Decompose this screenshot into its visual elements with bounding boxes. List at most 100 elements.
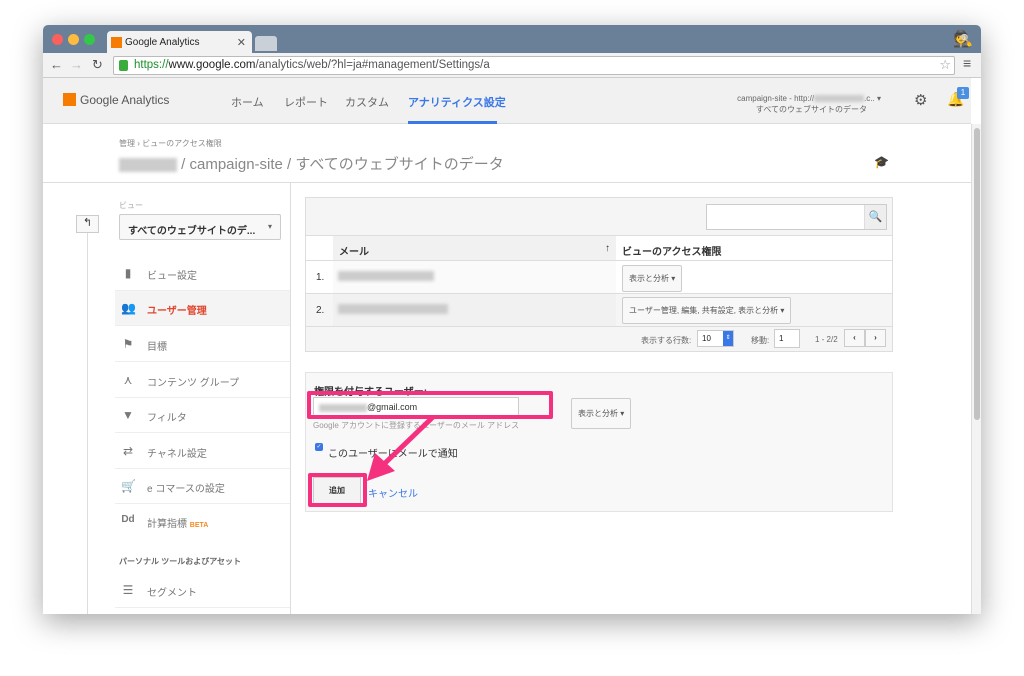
view-selected: すべてのウェブサイトのデ... xyxy=(128,226,256,237)
notification-badge: 1 xyxy=(957,87,969,99)
ga-logo-icon xyxy=(63,93,76,106)
flag-icon: ⚑ xyxy=(122,337,134,351)
ga-logo[interactable]: Google Analytics xyxy=(63,93,169,107)
table-header: メール ↑ ビューのアクセス権限 xyxy=(306,235,892,260)
url-path: /analytics/web/?hl=ja#management/Setting… xyxy=(255,59,490,71)
sidebar-item-label: ユーザー管理 xyxy=(147,306,207,317)
sidebar-item-label: フィルタ xyxy=(147,413,187,424)
tab-title: Google Analytics xyxy=(125,37,200,48)
sidebar-item-goals[interactable]: ⚑ 目標 xyxy=(115,327,290,362)
sidebar-item-label: ビュー設定 xyxy=(147,271,197,282)
incognito-icon: 🕵 xyxy=(953,31,973,48)
nav-home[interactable]: ホーム xyxy=(231,94,264,110)
bookmark-star-icon[interactable]: ☆ xyxy=(939,57,951,73)
account-suffix: .c.. xyxy=(864,94,875,103)
nav-admin[interactable]: アナリティクス設定 xyxy=(408,94,506,110)
page-title: / campaign-site / すべてのウェブサイトのデータ xyxy=(119,153,504,174)
browser-toolbar: ← → ↻ https://www.google.com/analytics/w… xyxy=(43,53,981,78)
email-redacted xyxy=(338,304,448,314)
scrollbar[interactable] xyxy=(971,124,981,614)
column-header-email[interactable]: メール ↑ xyxy=(333,236,616,260)
maximize-window-button[interactable] xyxy=(84,34,95,45)
ga-favicon-icon xyxy=(111,37,122,48)
sidebar-item-calculated-metrics[interactable]: Dd 計算指標 BETA xyxy=(115,504,290,539)
row-number: 1. xyxy=(316,272,325,283)
account-name: campaign-site - http:// xyxy=(737,94,815,103)
gear-icon[interactable]: ⚙ xyxy=(914,91,927,109)
highlight-box-add xyxy=(308,473,367,507)
section-heading: パーソナル ツールおよびアセット xyxy=(119,557,242,566)
sidebar-line xyxy=(87,233,88,614)
new-user-permission-dropdown[interactable]: 表示と分析 ▾ xyxy=(571,398,632,429)
cancel-link[interactable]: キャンセル xyxy=(368,485,418,500)
email-redacted xyxy=(338,271,434,281)
channel-icon: ⇄ xyxy=(122,444,134,458)
rows-label: 表示する行数: xyxy=(641,336,692,345)
rows-value: 10 xyxy=(702,334,711,343)
search-icon[interactable]: 🔍 xyxy=(864,205,886,229)
next-page-button[interactable]: › xyxy=(865,329,886,347)
reload-icon[interactable]: ↻ xyxy=(92,57,103,73)
sidebar-item-ecommerce[interactable]: 🛒 e コマースの設定 xyxy=(115,469,290,504)
table-row: 2. ユーザー管理, 編集, 共有設定, 表示と分析 ▾ xyxy=(306,293,892,326)
sidebar-item-content-grouping[interactable]: ⋏ コンテンツ グループ xyxy=(115,363,290,398)
close-window-button[interactable] xyxy=(52,34,63,45)
sidebar-item-label: コンテンツ グループ xyxy=(147,378,240,389)
back-arrow-button[interactable]: ↰ xyxy=(76,215,99,233)
search-input[interactable]: 🔍 xyxy=(706,204,887,230)
goto-page-input[interactable]: 1 xyxy=(774,329,800,348)
cart-icon: 🛒 xyxy=(121,479,136,493)
document-icon: ▮ xyxy=(124,266,132,280)
users-table: 🔍 メール ↑ ビューのアクセス権限 1. 表示と分析 ▾ 2. ユーザー管理, … xyxy=(305,197,893,352)
view-selector[interactable]: すべてのウェブサイトのデ... ▾ xyxy=(119,214,281,240)
permission-dropdown[interactable]: ユーザー管理, 編集, 共有設定, 表示と分析 ▾ xyxy=(622,297,792,324)
sidebar-item-label: 目標 xyxy=(147,342,167,353)
nav-reports[interactable]: レポート xyxy=(284,94,328,110)
browser-window: Google Analytics ✕ 🕵 ← → ↻ https://www.g… xyxy=(43,25,981,614)
prev-page-button[interactable]: ‹ xyxy=(844,329,865,347)
sort-arrow-up-icon[interactable]: ↑ xyxy=(605,243,610,254)
back-icon[interactable]: ← xyxy=(50,57,63,72)
table-pager: 表示する行数: 10 ⇕ 移動: 1 1 - 2/2 ‹ › xyxy=(306,326,892,352)
sidebar-item-channel-settings[interactable]: ⇄ チャネル設定 xyxy=(115,434,290,469)
ga-header: Google Analytics ホーム レポート カスタム アナリティクス設定… xyxy=(43,78,971,124)
logo-text: Google Analytics xyxy=(80,93,170,107)
rows-per-page-select[interactable]: 10 ⇕ xyxy=(697,330,734,347)
menu-icon[interactable]: ≡ xyxy=(963,55,971,71)
sidebar-item-label: チャネル設定 xyxy=(147,449,207,460)
new-tab-button[interactable] xyxy=(255,36,277,51)
chevron-down-icon: ▾ xyxy=(267,222,272,231)
sidebar-item-view-settings[interactable]: ▮ ビュー設定 xyxy=(115,256,290,291)
nav-custom[interactable]: カスタム xyxy=(345,94,389,110)
sidebar-item-label: e コマースの設定 xyxy=(147,484,225,495)
address-bar[interactable]: https://www.google.com/analytics/web/?hl… xyxy=(113,56,955,75)
sidebar-item-filters[interactable]: ▼ フィルタ xyxy=(115,398,290,433)
page-range: 1 - 2/2 xyxy=(815,335,838,344)
close-tab-icon[interactable]: ✕ xyxy=(237,36,246,49)
url-domain: www.google.com xyxy=(168,59,256,71)
sidebar-item-segments[interactable]: ☰ セグメント xyxy=(115,573,290,608)
header-label: メール xyxy=(339,247,369,258)
stepper-icon: ⇕ xyxy=(723,331,733,346)
graduation-cap-icon[interactable]: 🎓 xyxy=(874,155,889,169)
content-group-icon: ⋏ xyxy=(123,373,133,387)
column-header-permission: ビューのアクセス権限 xyxy=(616,236,892,260)
page-title-text: / campaign-site / すべてのウェブサイトのデータ xyxy=(181,156,504,173)
annotation-arrow xyxy=(367,415,435,481)
sidebar-item-user-management[interactable]: 👥 ユーザー管理 xyxy=(115,291,290,326)
row-number: 2. xyxy=(316,305,325,316)
users-icon: 👥 xyxy=(121,301,136,315)
notify-checkbox[interactable]: ✓ xyxy=(315,443,323,451)
beta-badge: BETA xyxy=(189,522,209,529)
divider xyxy=(43,182,971,183)
account-selector[interactable]: campaign-site - http://.c.. ▾ すべてのウェブサイト… xyxy=(737,93,881,115)
filter-icon: ▼ xyxy=(122,408,134,422)
browser-tab[interactable]: Google Analytics ✕ xyxy=(107,31,252,54)
dd-icon: Dd xyxy=(121,514,135,525)
forward-icon[interactable]: → xyxy=(70,57,83,72)
goto-label: 移動: xyxy=(751,336,770,345)
minimize-window-button[interactable] xyxy=(68,34,79,45)
scrollbar-thumb[interactable] xyxy=(974,128,980,420)
permission-dropdown[interactable]: 表示と分析 ▾ xyxy=(622,265,683,292)
title-bar: Google Analytics ✕ 🕵 xyxy=(43,25,981,54)
